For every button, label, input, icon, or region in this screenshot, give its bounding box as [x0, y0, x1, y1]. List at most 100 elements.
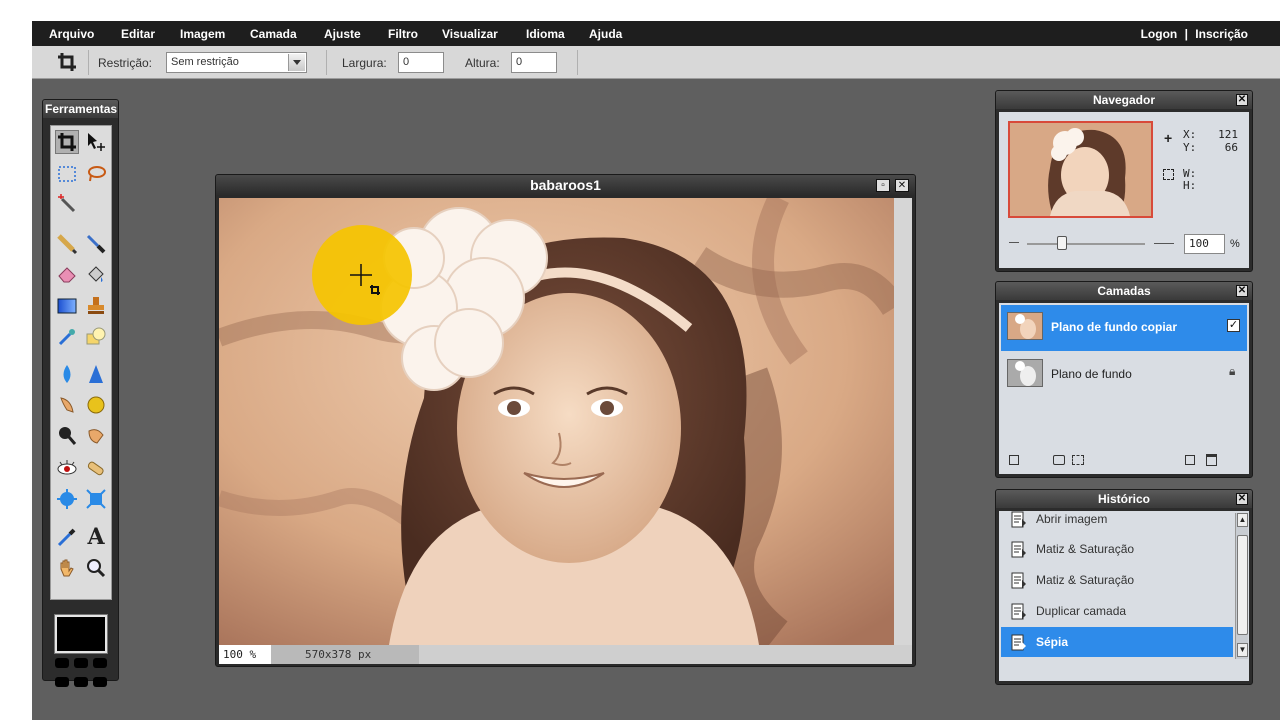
height-label: Altura:: [465, 56, 500, 70]
smudge-icon[interactable]: [55, 393, 79, 417]
layer-row[interactable]: Plano de fundo 🔒︎: [1001, 352, 1247, 398]
width-input[interactable]: 0: [398, 52, 444, 73]
history-item[interactable]: Duplicar camada: [1001, 596, 1233, 626]
color-replace-icon[interactable]: [55, 325, 79, 349]
brush-icon[interactable]: [84, 232, 108, 256]
stamp-icon[interactable]: [84, 294, 108, 318]
close-icon[interactable]: ✕: [1236, 493, 1248, 505]
document-window: babaroos1 ▫ ✕ 100 % 570x378 px: [215, 174, 916, 667]
menu-ajuda[interactable]: Ajuda: [589, 27, 622, 41]
zoom-icon[interactable]: [84, 556, 108, 580]
vertical-scrollbar[interactable]: [894, 198, 912, 645]
menu-idioma[interactable]: Idioma: [526, 27, 565, 41]
tools-grid: A: [50, 125, 112, 600]
scroll-thumb[interactable]: [1237, 535, 1248, 635]
hand-icon[interactable]: [55, 556, 79, 580]
marquee-tool-icon[interactable]: [55, 162, 79, 186]
close-icon[interactable]: ✕: [1236, 94, 1248, 106]
history-step-icon: [1011, 603, 1027, 620]
history-step-icon: [1011, 634, 1027, 651]
type-icon[interactable]: A: [84, 525, 108, 549]
gradient-icon[interactable]: [55, 294, 79, 318]
history-title: Histórico: [996, 490, 1252, 508]
zoom-slider-track[interactable]: [1027, 243, 1145, 245]
scroll-down-icon[interactable]: ▼: [1237, 643, 1248, 657]
menu-camada[interactable]: Camada: [250, 27, 297, 41]
layer-mask-icon[interactable]: [1053, 455, 1065, 465]
layer-options-icon[interactable]: [1009, 455, 1019, 465]
menu-editar[interactable]: Editar: [121, 27, 155, 41]
burn-icon[interactable]: [55, 424, 79, 448]
magic-wand-icon[interactable]: [55, 192, 79, 216]
chevron-down-icon[interactable]: [288, 54, 305, 71]
x-value: 121: [1218, 128, 1238, 141]
menu-imagem[interactable]: Imagem: [180, 27, 225, 41]
menu-bar: Arquivo Editar Imagem Camada Ajuste Filt…: [32, 21, 1280, 46]
layer-thumbnail: [1007, 312, 1043, 340]
height-input[interactable]: 0: [511, 52, 557, 73]
new-layer-icon[interactable]: [1185, 455, 1195, 465]
layer-row[interactable]: Plano de fundo copiar ✓: [1001, 305, 1247, 351]
history-step-icon: [1011, 511, 1027, 528]
scroll-up-icon[interactable]: ▲: [1237, 513, 1248, 527]
zoom-readout[interactable]: 100 %: [219, 645, 271, 664]
close-icon[interactable]: ✕: [1236, 285, 1248, 297]
tools-panel: Ferramentas A: [42, 99, 119, 687]
sponge-icon[interactable]: [84, 393, 108, 417]
pencil-icon[interactable]: [55, 232, 79, 256]
move-tool-icon[interactable]: [84, 130, 108, 154]
history-item[interactable]: Sépia: [1001, 627, 1233, 657]
layer-name: Plano de fundo copiar: [1051, 320, 1178, 334]
foreground-color-swatch[interactable]: [54, 614, 108, 654]
image-dimensions: 570x378 px: [271, 645, 419, 664]
restriction-label: Restrição:: [98, 56, 153, 70]
layer-visibility-checkbox[interactable]: ✓: [1227, 319, 1240, 332]
history-item[interactable]: Abrir imagem: [1001, 511, 1233, 534]
photo-editor-app: Arquivo Editar Imagem Camada Ajuste Filt…: [32, 21, 1280, 720]
shape-icon[interactable]: [84, 325, 108, 349]
history-step-icon: [1011, 572, 1027, 589]
crop-tool-icon[interactable]: [55, 130, 79, 154]
lasso-tool-icon[interactable]: [84, 162, 108, 186]
spot-heal-icon[interactable]: [84, 456, 108, 480]
trash-icon[interactable]: [1206, 454, 1217, 466]
zoom-out-icon[interactable]: [1009, 239, 1019, 243]
maximize-icon[interactable]: ▫: [876, 179, 890, 192]
zoom-unit: %: [1230, 238, 1240, 250]
zoom-in-icon[interactable]: [1154, 238, 1174, 244]
bloat-icon[interactable]: [55, 487, 79, 511]
document-status-bar: 100 % 570x378 px: [219, 645, 912, 664]
options-separator: [326, 50, 327, 75]
dodge-icon[interactable]: [84, 424, 108, 448]
history-item[interactable]: Matiz & Saturação: [1001, 534, 1233, 564]
selection-size-icon: [1163, 169, 1174, 180]
navigator-body: + X: 121 Y: 66 W: H: 100 %: [999, 112, 1249, 268]
eyedropper-icon[interactable]: [55, 525, 79, 549]
close-icon[interactable]: ✕: [895, 179, 909, 192]
navigator-thumbnail[interactable]: [1008, 121, 1153, 218]
signup-link[interactable]: Inscrição: [1195, 27, 1248, 41]
layer-name: Plano de fundo: [1051, 367, 1132, 381]
history-scrollbar[interactable]: ▲ ▼: [1235, 513, 1248, 659]
menu-arquivo[interactable]: Arquivo: [49, 27, 94, 41]
menu-filtro[interactable]: Filtro: [388, 27, 418, 41]
history-body: Abrir imagem Matiz & Saturação Matiz & S…: [999, 511, 1249, 681]
logon-link[interactable]: Logon: [1141, 27, 1178, 41]
pinch-icon[interactable]: [84, 487, 108, 511]
red-eye-icon[interactable]: [55, 456, 79, 480]
color-palette-grid[interactable]: [55, 658, 109, 692]
tools-title: Ferramentas: [43, 100, 118, 118]
blur-icon[interactable]: [55, 362, 79, 386]
options-separator: [88, 50, 89, 75]
sharpen-icon[interactable]: [84, 362, 108, 386]
zoom-percent-input[interactable]: 100: [1184, 234, 1225, 254]
image-canvas[interactable]: [219, 198, 894, 645]
history-item[interactable]: Matiz & Saturação: [1001, 565, 1233, 595]
restriction-select[interactable]: Sem restrição: [166, 52, 307, 73]
paint-bucket-icon[interactable]: [84, 263, 108, 287]
menu-ajuste[interactable]: Ajuste: [324, 27, 361, 41]
eraser-icon[interactable]: [55, 263, 79, 287]
zoom-slider-thumb[interactable]: [1057, 236, 1067, 250]
menu-visualizar[interactable]: Visualizar: [442, 27, 498, 41]
layer-style-icon[interactable]: [1072, 455, 1084, 465]
